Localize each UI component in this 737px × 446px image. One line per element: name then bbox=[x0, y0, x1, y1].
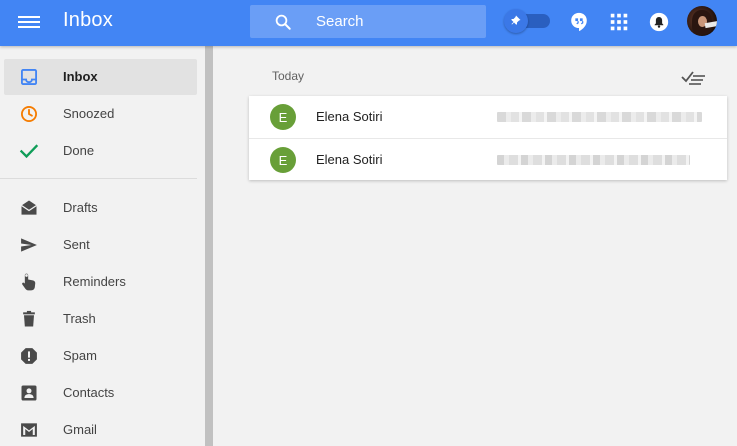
sidebar-item-snoozed[interactable]: Snoozed bbox=[4, 96, 197, 132]
sidebar-item-label: Gmail bbox=[63, 422, 97, 437]
sidebar-divider bbox=[0, 178, 197, 179]
sidebar-item-label: Snoozed bbox=[63, 106, 115, 121]
inbox-icon bbox=[21, 69, 37, 85]
spam-icon bbox=[21, 348, 37, 364]
list-item[interactable]: E Elena Sotiri bbox=[249, 138, 727, 180]
top-app-bar: Inbox Search bbox=[0, 0, 737, 46]
message-list-card: E Elena Sotiri E Elena Sotiri bbox=[249, 96, 727, 180]
clock-icon bbox=[21, 106, 37, 122]
pin-icon bbox=[504, 9, 528, 33]
drafts-icon bbox=[21, 200, 37, 215]
sidebar-item-label: Drafts bbox=[63, 200, 98, 215]
sidebar-item-gmail[interactable]: Gmail bbox=[4, 412, 197, 446]
apps-grid-icon[interactable] bbox=[608, 11, 630, 33]
main-content: Today E Elena Sotiri E Elena Sotiri bbox=[213, 46, 737, 446]
pin-toggle[interactable] bbox=[504, 9, 550, 33]
sweep-done-icon[interactable] bbox=[681, 68, 707, 86]
send-icon bbox=[21, 238, 37, 252]
search-placeholder: Search bbox=[316, 13, 364, 30]
sender-avatar: E bbox=[270, 147, 296, 173]
sidebar-item-label: Spam bbox=[63, 348, 97, 363]
sidebar-item-done[interactable]: Done bbox=[4, 133, 197, 169]
hangouts-icon[interactable] bbox=[568, 11, 590, 33]
page-title: Inbox bbox=[63, 9, 113, 31]
sidebar-item-drafts[interactable]: Drafts bbox=[4, 190, 197, 226]
sidebar-item-reminders[interactable]: Reminders bbox=[4, 264, 197, 300]
gmail-icon bbox=[21, 423, 37, 437]
avatar[interactable] bbox=[687, 6, 717, 36]
sidebar-item-contacts[interactable]: Contacts bbox=[4, 375, 197, 411]
sidebar-item-label: Contacts bbox=[63, 385, 115, 400]
search-icon bbox=[275, 14, 291, 30]
sidebar-item-sent[interactable]: Sent bbox=[4, 227, 197, 263]
list-item[interactable]: E Elena Sotiri bbox=[249, 96, 727, 138]
trash-icon bbox=[23, 310, 35, 327]
sidebar-item-label: Done bbox=[63, 143, 95, 158]
contacts-icon bbox=[21, 385, 37, 401]
search-input[interactable]: Search bbox=[250, 5, 486, 38]
sender-avatar: E bbox=[270, 104, 296, 130]
checkmark-icon bbox=[19, 144, 39, 159]
sidebar-item-trash[interactable]: Trash bbox=[4, 301, 197, 337]
sidebar-item-label: Trash bbox=[63, 311, 96, 326]
section-label-today: Today bbox=[272, 69, 305, 83]
sidebar-item-label: Inbox bbox=[63, 69, 98, 84]
sidebar: Inbox Snoozed Done Drafts Sent Reminders… bbox=[0, 46, 205, 446]
menu-icon[interactable] bbox=[18, 13, 40, 33]
sidebar-item-spam[interactable]: Spam bbox=[4, 338, 197, 374]
sidebar-item-label: Sent bbox=[63, 237, 90, 252]
blurred-snippet bbox=[497, 112, 702, 122]
sidebar-scrollbar[interactable] bbox=[205, 46, 213, 446]
sidebar-item-inbox[interactable]: Inbox bbox=[4, 59, 197, 95]
reminder-hand-icon bbox=[22, 273, 36, 291]
notifications-bell-icon[interactable] bbox=[648, 11, 670, 33]
blurred-snippet bbox=[497, 155, 690, 165]
sidebar-item-label: Reminders bbox=[63, 274, 126, 289]
sender-name: Elena Sotiri bbox=[316, 109, 383, 124]
sender-name: Elena Sotiri bbox=[316, 152, 383, 167]
